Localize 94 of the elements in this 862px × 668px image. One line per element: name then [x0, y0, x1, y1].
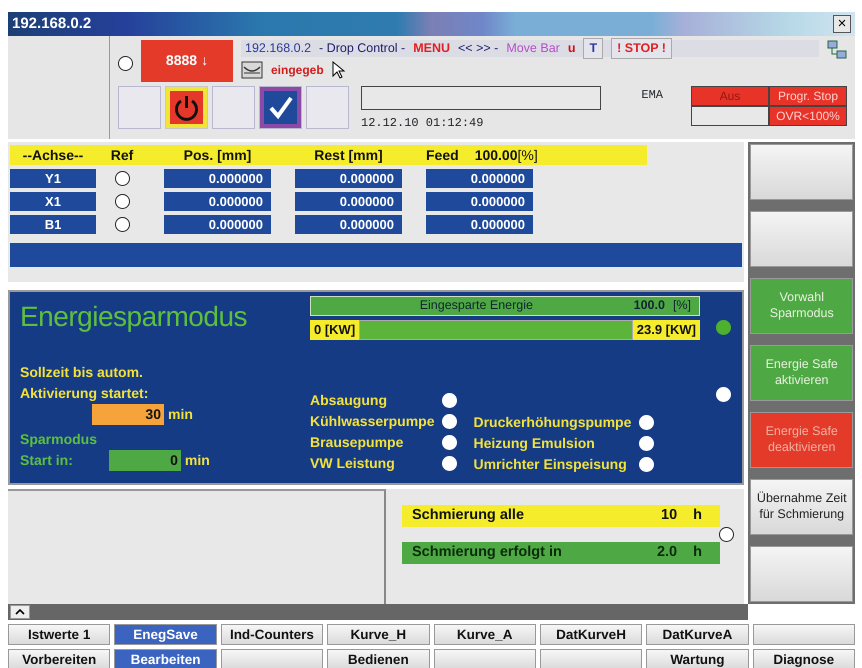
tray-icon	[241, 60, 263, 79]
unit-label: h	[693, 543, 702, 562]
softkey-button[interactable]: Kurve_A	[434, 624, 536, 645]
cursor-icon	[332, 60, 346, 79]
softkey-button[interactable]	[220, 649, 324, 668]
softkey-button[interactable]: Istwerte 1	[8, 624, 110, 645]
power-button[interactable]	[165, 86, 208, 129]
counter-value: 8888	[166, 51, 198, 70]
feed-unit: [%]	[518, 146, 538, 165]
interval-value: 10	[661, 506, 678, 526]
side-button[interactable]	[750, 144, 853, 200]
softkey-button[interactable]: Vorbereiten	[8, 649, 110, 668]
position-value: 0.000000	[164, 169, 271, 188]
side-button[interactable]	[750, 546, 853, 602]
interval-label: Schmierung alle	[412, 506, 526, 526]
consumer-label: VW Leistung	[310, 454, 395, 474]
column-header: --Achse--	[22, 146, 84, 164]
due-label: Schmierung erfolgt in	[412, 543, 563, 562]
window-title: 192.168.0.2	[12, 14, 92, 34]
consumer-label: Brausepumpe	[310, 433, 404, 452]
start-value: 0	[108, 450, 181, 471]
unit-label: min	[184, 450, 210, 470]
rest-value: 0.000000	[295, 192, 402, 211]
position-value: 0.000000	[164, 192, 271, 211]
side-button[interactable]: Übernahme Zeit für Schmierung	[750, 479, 853, 535]
softkey-button[interactable]: Bedienen	[327, 649, 430, 668]
column-header: Rest [mm]	[313, 146, 384, 165]
column-header: Pos. [mm]	[182, 146, 252, 165]
setpoint-label: Sollzeit bis autom.	[20, 362, 144, 382]
rest-value: 0.000000	[295, 169, 402, 188]
softkey-button[interactable]: Kurve_H	[327, 624, 430, 645]
consumer-label: Druckerhöhungspumpe	[473, 413, 632, 432]
consumer-label: Kühlwasserpumpe	[310, 412, 434, 432]
checkmark-icon	[264, 90, 297, 124]
arrow-glyph: ↓	[201, 51, 208, 70]
unit-label: min	[168, 404, 193, 424]
text-field[interactable]	[361, 86, 601, 110]
consumer-label: Umrichter Einspeisung	[473, 455, 627, 474]
setpoint-label: Aktivierung startet:	[20, 384, 150, 403]
radio-button[interactable]	[118, 56, 133, 71]
axis-name: X1	[10, 192, 96, 211]
close-button[interactable]: ×	[833, 14, 851, 33]
axis-name: Y1	[10, 169, 96, 188]
date-time: 12.12.10 01:12:49	[361, 114, 484, 132]
table-cell: 0.000000	[426, 192, 533, 211]
t-button[interactable]: T	[583, 38, 604, 59]
energy-unit: [%]	[672, 297, 691, 314]
feed-value: 100.00	[474, 146, 518, 164]
softkey-button[interactable]: Ind-Counters	[220, 624, 324, 645]
status-cell: Aus	[691, 86, 769, 106]
softkey-button[interactable]: Bearbeiten	[114, 649, 217, 668]
status-cell: OVR<100%	[769, 106, 847, 126]
unit-label: h	[693, 506, 702, 526]
softkey-button[interactable]: EnegSave	[114, 624, 217, 645]
ema-label: EMA	[641, 86, 663, 104]
setpoint-value: 30	[92, 404, 164, 425]
rest-value: 0.000000	[295, 215, 402, 234]
info-text: - Drop Control -	[319, 40, 406, 57]
softkey-button[interactable]: Diagnose	[752, 649, 855, 668]
menu-link[interactable]: MENU	[413, 38, 450, 58]
column-header: Ref	[110, 146, 134, 164]
position-value: 0.000000	[164, 215, 271, 234]
softkey-button[interactable]	[434, 649, 536, 668]
consumer-label: Absaugung	[310, 391, 387, 410]
consumer-label: Heizung Emulsion	[473, 434, 595, 454]
alert-text: u	[568, 40, 576, 57]
network-icon	[827, 40, 847, 60]
check-button[interactable]	[259, 86, 302, 129]
status-cell: Progr. Stop	[769, 86, 847, 106]
info-text: << >> -	[458, 40, 498, 57]
caret-icon	[15, 609, 25, 615]
status-message: eingegeb	[271, 62, 324, 79]
side-button[interactable]	[750, 211, 853, 267]
max-value: 23.9 [KW]	[632, 320, 700, 340]
softkey-button[interactable]: DatKurveA	[646, 624, 749, 645]
power-icon	[170, 90, 203, 124]
table-cell: 0.000000	[426, 169, 533, 188]
softkey-button[interactable]: Wartung	[646, 649, 749, 668]
due-value: 2.0	[656, 543, 678, 562]
softkey-button[interactable]	[752, 624, 855, 645]
min-value: 0 [KW]	[310, 320, 360, 340]
section-title: Energiesparmodus	[20, 300, 248, 334]
softkey-button[interactable]	[540, 649, 642, 668]
address-text: 192.168.0.2	[245, 40, 312, 57]
energy-label: Eingesparte Energie	[418, 297, 534, 314]
axis-name: B1	[10, 215, 96, 234]
table-cell: 0.000000	[426, 215, 533, 234]
mode-label: Sparmodus	[20, 430, 98, 449]
stop-button[interactable]: ! STOP !	[611, 38, 672, 59]
feed-label: Feed	[426, 146, 459, 164]
energy-value: 100.0	[634, 297, 665, 314]
softkey-button[interactable]: DatKurveH	[540, 624, 642, 645]
start-label: Start in:	[20, 450, 73, 470]
scroll-up-button[interactable]	[10, 605, 30, 619]
